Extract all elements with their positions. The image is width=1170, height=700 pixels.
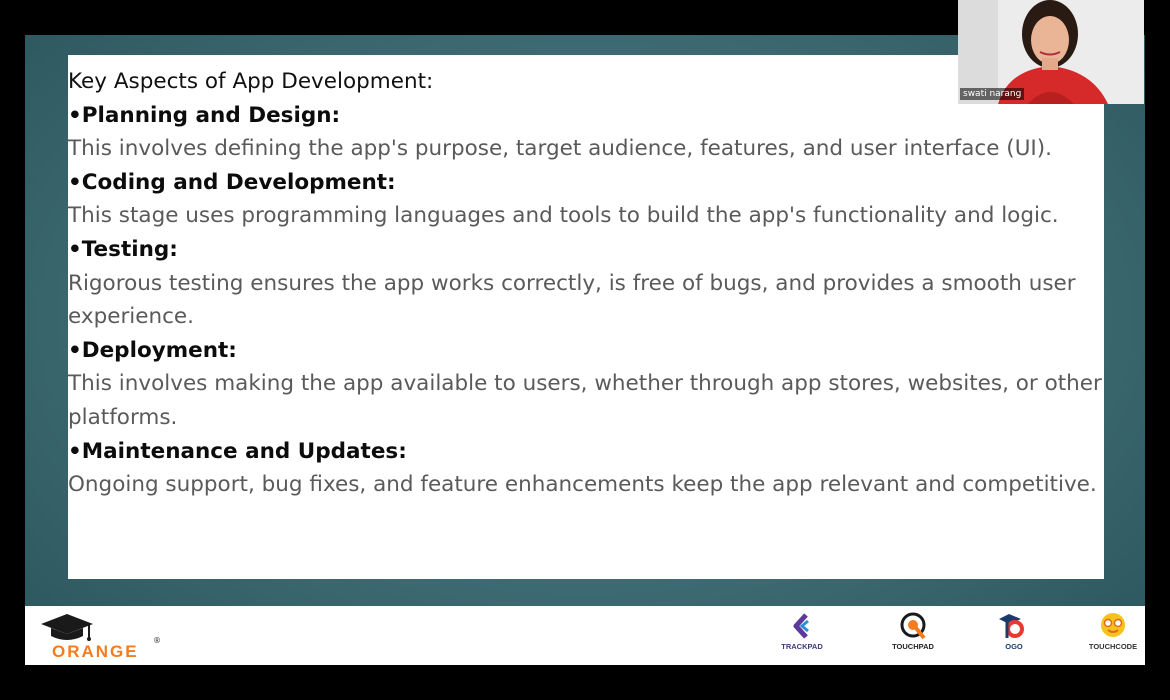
bullet-title-testing: •Testing: bbox=[68, 236, 178, 262]
partner-label: TOUCHCODE bbox=[1088, 642, 1138, 651]
bullet-text-coding: This stage uses programming languages an… bbox=[68, 203, 1059, 229]
partner-logo-trackpad: TRACKPAD bbox=[772, 612, 832, 660]
bullet-text-testing: Rigorous testing ensures the app works c… bbox=[68, 270, 1076, 330]
partner-label: TRACKPAD bbox=[781, 642, 823, 651]
partner-logo-touchpad: TOUCHPAD bbox=[883, 612, 943, 660]
registered-mark: ® bbox=[153, 636, 161, 645]
bullet-text-planning: This involves defining the app's purpose… bbox=[68, 136, 1052, 162]
bullet-title-maintenance: •Maintenance and Updates: bbox=[68, 438, 407, 464]
graduation-cap-icon bbox=[41, 614, 93, 641]
partner-logo-touchcode: TOUCHCODE bbox=[1083, 612, 1143, 660]
presentation-slide: Key Aspects of App Development: •Plannin… bbox=[25, 35, 1145, 665]
slide-content: Key Aspects of App Development: •Plannin… bbox=[68, 65, 1104, 502]
participant-name: swati narang bbox=[960, 88, 1025, 100]
partner-label: TOUCHPAD bbox=[892, 642, 934, 651]
slide-heading: Key Aspects of App Development: bbox=[68, 69, 434, 94]
bullet-title-planning: •Planning and Design: bbox=[68, 102, 341, 128]
screen-share-window: Key Aspects of App Development: •Plannin… bbox=[0, 0, 1170, 700]
slide-footer: ORANGE ® TRACKPAD TOUCHPAD OGO TOUCHCODE bbox=[25, 606, 1145, 665]
bullet-title-deployment: •Deployment: bbox=[68, 337, 237, 363]
partner-label: OGO bbox=[1005, 642, 1023, 651]
trackpad-logo-icon bbox=[793, 613, 809, 639]
participant-video-tile[interactable]: swati narang bbox=[958, 0, 1144, 104]
orange-brand-logo: ORANGE ® bbox=[39, 612, 161, 661]
touchcode-logo-icon bbox=[1101, 613, 1125, 637]
ogo-logo-icon bbox=[999, 614, 1024, 638]
slide-content-box: Key Aspects of App Development: •Plannin… bbox=[68, 55, 1104, 579]
touchpad-logo-icon bbox=[900, 612, 926, 640]
bullet-text-maintenance: Ongoing support, bug fixes, and feature … bbox=[68, 472, 1097, 498]
bullet-text-deployment: This involves making the app available t… bbox=[68, 371, 1102, 430]
bullet-title-coding: •Coding and Development: bbox=[68, 169, 396, 195]
brand-name: ORANGE bbox=[52, 642, 139, 661]
partner-logo-ogo: OGO bbox=[984, 612, 1044, 660]
